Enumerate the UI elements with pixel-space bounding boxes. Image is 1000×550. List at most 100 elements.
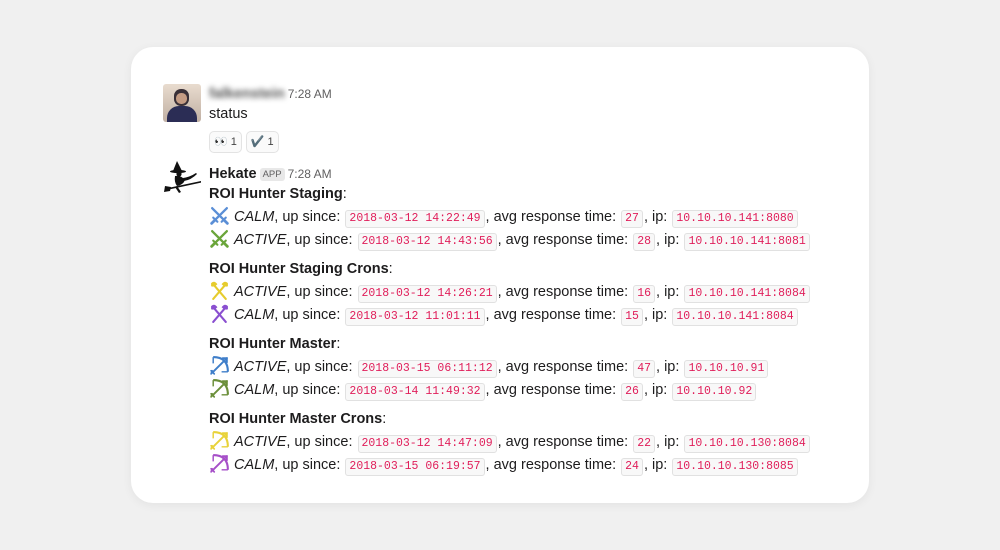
bow-arrow-icon bbox=[209, 379, 234, 398]
avg-response-value: 16 bbox=[633, 285, 656, 303]
avg-response-label: , avg response time: bbox=[497, 232, 633, 248]
section-title-line: ROI Hunter Staging: bbox=[209, 183, 855, 205]
avg-response-label: , avg response time: bbox=[497, 284, 633, 300]
status-row: CALM, up since: 2018-03-15 06:19:57, avg… bbox=[209, 453, 855, 476]
ip-value: 10.10.10.130:8084 bbox=[684, 435, 810, 453]
reaction-count: 1 bbox=[267, 136, 274, 148]
ip-label: , ip: bbox=[656, 284, 684, 300]
section-title: ROI Hunter Master Crons bbox=[209, 411, 383, 427]
up-since-value: 2018-03-12 14:22:49 bbox=[345, 210, 485, 228]
up-since-value: 2018-03-12 11:01:11 bbox=[345, 308, 485, 326]
crossed-swords-icon bbox=[209, 206, 234, 225]
status-label: ACTIVE bbox=[234, 359, 287, 375]
ip-value: 10.10.10.91 bbox=[684, 360, 769, 378]
ip-label: , ip: bbox=[656, 232, 684, 248]
status-row: ACTIVE, up since: 2018-03-12 14:47:09, a… bbox=[209, 430, 855, 453]
status-section: ROI Hunter Master Crons: ACTIVE, up since… bbox=[209, 408, 855, 476]
section-title-line: ROI Hunter Master Crons: bbox=[209, 408, 855, 430]
up-since-value: 2018-03-15 06:11:12 bbox=[357, 360, 497, 378]
up-since-label: , up since: bbox=[274, 382, 345, 398]
reaction-eyes[interactable]: 👀 1 bbox=[209, 131, 242, 153]
message-body: ROI Hunter Staging: CALM, up since: 2018-… bbox=[209, 183, 855, 476]
avg-response-value: 28 bbox=[633, 233, 656, 251]
avg-response-value: 47 bbox=[633, 360, 656, 378]
reaction-checkmark[interactable]: ✔️ 1 bbox=[245, 131, 279, 153]
message-time[interactable]: 7:28 AM bbox=[288, 167, 332, 181]
bow-arrow-icon bbox=[209, 431, 234, 450]
up-since-label: , up since: bbox=[286, 284, 357, 300]
ip-label: , ip: bbox=[643, 209, 672, 225]
section-title-line: ROI Hunter Master: bbox=[209, 333, 855, 355]
status-label: CALM bbox=[234, 457, 275, 473]
message-time[interactable]: 7:28 AM bbox=[288, 87, 332, 101]
up-since-label: , up since: bbox=[274, 457, 345, 473]
section-title-line: ROI Hunter Staging Crons: bbox=[209, 258, 855, 280]
ip-value: 10.10.10.92 bbox=[672, 383, 757, 401]
avg-response-value: 24 bbox=[621, 458, 643, 476]
crossed-swords-icon bbox=[209, 229, 234, 248]
message-header: falkenstein 7:28 AM bbox=[209, 85, 855, 103]
avg-response-label: , avg response time: bbox=[497, 434, 633, 450]
status-label: ACTIVE bbox=[234, 284, 287, 300]
ip-label: , ip: bbox=[643, 307, 672, 323]
status-row: CALM, up since: 2018-03-14 11:49:32, avg… bbox=[209, 378, 855, 401]
up-since-label: , up since: bbox=[274, 307, 345, 323]
status-row: CALM, up since: 2018-03-12 11:01:11, avg… bbox=[209, 303, 855, 326]
message-header: Hekate APP 7:28 AM bbox=[209, 165, 855, 183]
up-since-value: 2018-03-12 14:26:21 bbox=[357, 285, 497, 303]
status-label: CALM bbox=[234, 209, 275, 225]
status-section: ROI Hunter Staging: CALM, up since: 2018-… bbox=[209, 183, 855, 251]
status-label: CALM bbox=[234, 382, 275, 398]
ip-value: 10.10.10.141:8084 bbox=[684, 285, 810, 303]
ip-label: , ip: bbox=[656, 434, 684, 450]
up-since-label: , up since: bbox=[274, 209, 345, 225]
reaction-count: 1 bbox=[230, 136, 237, 148]
section-title: ROI Hunter Master bbox=[209, 336, 337, 352]
up-since-label: , up since: bbox=[286, 434, 357, 450]
status-row: ACTIVE, up since: 2018-03-12 14:43:56, a… bbox=[209, 228, 855, 251]
up-since-label: , up since: bbox=[286, 232, 357, 248]
avatar[interactable] bbox=[163, 84, 201, 122]
status-row: ACTIVE, up since: 2018-03-12 14:26:21, a… bbox=[209, 280, 855, 303]
message-text: status bbox=[209, 106, 248, 122]
avg-response-value: 27 bbox=[621, 210, 643, 228]
section-title: ROI Hunter Staging Crons bbox=[209, 261, 389, 277]
status-label: CALM bbox=[234, 307, 275, 323]
avg-response-label: , avg response time: bbox=[485, 382, 621, 398]
colon: : bbox=[388, 261, 393, 277]
up-since-value: 2018-03-12 14:47:09 bbox=[357, 435, 497, 453]
ip-label: , ip: bbox=[643, 457, 672, 473]
message-card: falkenstein 7:28 AM status 👀 1 ✔️ 1 Hekate AP… bbox=[131, 47, 869, 503]
status-section: ROI Hunter Staging Crons: ACTIVE, up sinc… bbox=[209, 258, 855, 326]
colon: : bbox=[336, 336, 341, 352]
status-row: ACTIVE, up since: 2018-03-15 06:11:12, a… bbox=[209, 355, 855, 378]
avg-response-value: 26 bbox=[621, 383, 643, 401]
up-since-value: 2018-03-14 11:49:32 bbox=[345, 383, 485, 401]
section-title: ROI Hunter Staging bbox=[209, 186, 343, 202]
ip-value: 10.10.10.130:8085 bbox=[672, 458, 798, 476]
status-label: ACTIVE bbox=[234, 434, 287, 450]
ip-value: 10.10.10.141:8081 bbox=[684, 233, 810, 251]
up-since-value: 2018-03-15 06:19:57 bbox=[345, 458, 485, 476]
up-since-label: , up since: bbox=[286, 359, 357, 375]
app-badge: APP bbox=[259, 168, 285, 181]
crossed-axes-icon bbox=[209, 281, 234, 300]
ip-label: , ip: bbox=[656, 359, 684, 375]
author-name[interactable]: Hekate bbox=[209, 166, 257, 182]
bow-arrow-icon bbox=[209, 454, 234, 473]
witch-avatar-icon[interactable] bbox=[163, 159, 203, 197]
avg-response-label: , avg response time: bbox=[485, 457, 621, 473]
colon: : bbox=[382, 411, 387, 427]
ip-value: 10.10.10.141:8080 bbox=[672, 210, 798, 228]
reactions: 👀 1 ✔️ 1 bbox=[209, 131, 855, 153]
avg-response-label: , avg response time: bbox=[497, 359, 633, 375]
bow-arrow-icon bbox=[209, 356, 234, 375]
author-name[interactable]: falkenstein bbox=[209, 86, 285, 102]
status-row: CALM, up since: 2018-03-12 14:22:49, avg… bbox=[209, 205, 855, 228]
eyes-icon: 👀 bbox=[214, 136, 228, 148]
status-section: ROI Hunter Master: ACTIVE, up since: 2018… bbox=[209, 333, 855, 401]
up-since-value: 2018-03-12 14:43:56 bbox=[357, 233, 497, 251]
status-label: ACTIVE bbox=[234, 232, 287, 248]
crossed-axes-icon bbox=[209, 304, 234, 323]
avg-response-label: , avg response time: bbox=[485, 307, 621, 323]
